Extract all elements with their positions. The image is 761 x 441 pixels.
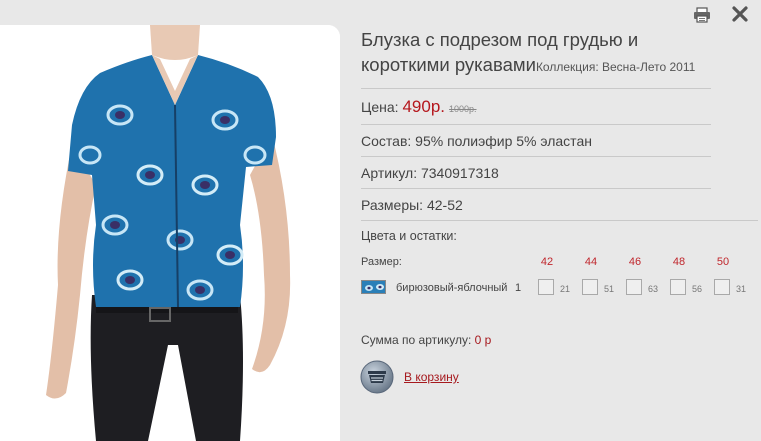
stock-count: 21 [560, 284, 571, 294]
size-range: Размеры: 42-52 [361, 197, 463, 213]
printer-icon[interactable] [693, 7, 711, 23]
add-to-cart-link[interactable]: В корзину [404, 370, 459, 384]
divider [361, 156, 711, 157]
current-price: 490р. [402, 97, 445, 116]
article-number: Артикул: 7340917318 [361, 165, 499, 181]
price-row: Цена: 490р. 1000р. [361, 97, 711, 117]
price-label: Цена: [361, 99, 399, 115]
size-row-label: Размер: [361, 256, 402, 268]
color-swatch [361, 280, 386, 294]
close-icon[interactable] [731, 5, 749, 23]
old-price: 1000р. [449, 104, 477, 114]
color-name: бирюзовый-яблочный [396, 282, 508, 294]
article-sum: Сумма по артикулу: 0 р [361, 333, 491, 347]
size-header: 42 [540, 256, 554, 268]
product-photo [0, 25, 340, 441]
size-header: 44 [584, 256, 598, 268]
divider [361, 124, 711, 125]
peacock-blouse-photo [0, 25, 340, 441]
size-quantity-checkbox[interactable] [626, 279, 642, 295]
stock-count: 31 [736, 284, 747, 294]
product-title: Блузка с подрезом под грудью и короткими… [361, 27, 711, 77]
size-quantity-checkbox[interactable] [670, 279, 686, 295]
sum-value: 0 р [474, 333, 492, 347]
product-quick-view: Блузка с подрезом под грудью и короткими… [0, 0, 761, 441]
size-quantity-checkbox[interactable] [714, 279, 730, 295]
divider [361, 220, 758, 221]
collection-label: Коллекция: Весна-Лето 2011 [535, 60, 696, 74]
color-count: 1 [515, 282, 522, 294]
size-header: 48 [672, 256, 686, 268]
size-quantity-checkbox[interactable] [538, 279, 554, 295]
composition: Состав: 95% полиэфир 5% эластан [361, 133, 592, 149]
divider [361, 188, 711, 189]
stock-heading: Цвета и остатки: [361, 229, 457, 243]
sum-label: Сумма по артикулу: [361, 333, 472, 347]
stock-count: 56 [692, 284, 703, 294]
stock-count: 63 [648, 284, 659, 294]
size-header: 46 [628, 256, 642, 268]
basket-icon[interactable] [360, 360, 394, 394]
size-quantity-checkbox[interactable] [582, 279, 598, 295]
size-header: 50 [716, 256, 730, 268]
stock-count: 51 [604, 284, 615, 294]
divider [361, 88, 711, 89]
